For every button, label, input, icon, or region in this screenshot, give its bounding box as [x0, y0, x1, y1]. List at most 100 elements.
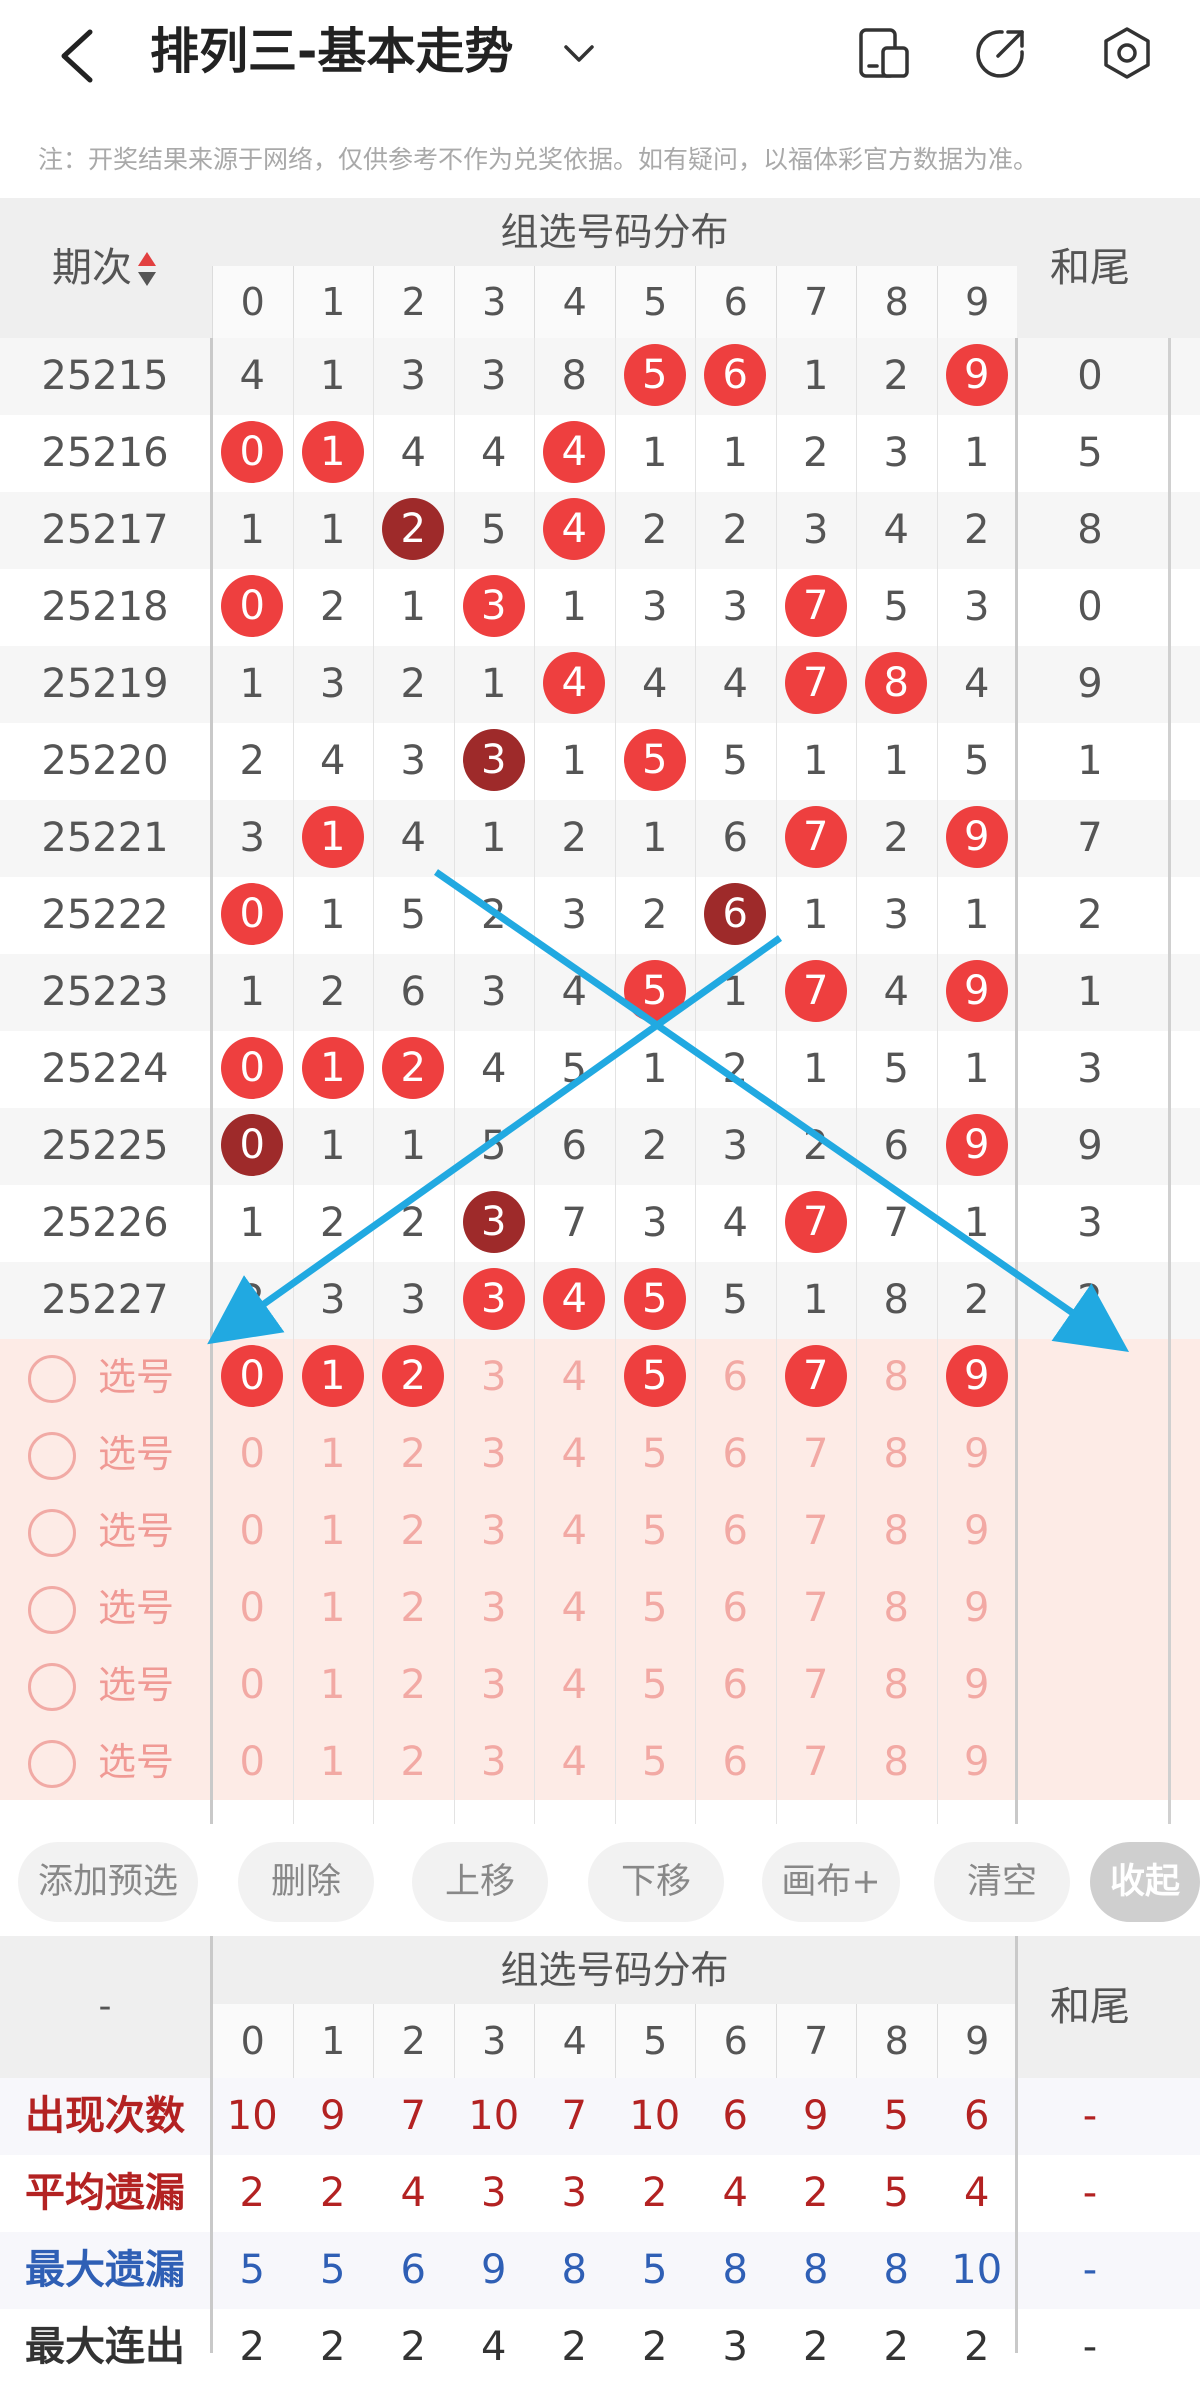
pick-digit[interactable]: 4 — [534, 1339, 615, 1416]
radio-circle-icon[interactable] — [28, 1740, 76, 1788]
pick-digit[interactable]: 4 — [534, 1416, 615, 1493]
pick-digit[interactable]: 1 — [293, 1647, 374, 1724]
pick-digit[interactable]: 0 — [212, 1724, 293, 1801]
pick-digit[interactable]: 8 — [856, 1339, 937, 1416]
radio-circle-icon[interactable] — [28, 1509, 76, 1557]
move-up-button[interactable]: 上移 — [412, 1842, 548, 1922]
pick-digit[interactable]: 2 — [373, 1493, 454, 1570]
collapse-button[interactable]: 收起 — [1090, 1842, 1200, 1922]
pick-label[interactable]: 选号 — [98, 1416, 174, 1493]
radio-circle-icon[interactable] — [28, 1432, 76, 1480]
pick-digit[interactable]: 6 — [695, 1647, 776, 1724]
pick-digit[interactable]: 8 — [856, 1724, 937, 1801]
pick-digit[interactable]: 3 — [454, 1416, 535, 1493]
selected-ball[interactable]: 7 — [784, 1345, 847, 1407]
pick-digit[interactable]: 7 — [776, 1416, 857, 1493]
pick-digit[interactable]: 8 — [856, 1570, 937, 1647]
pick-digit[interactable]: 5 — [615, 1416, 696, 1493]
pick-digit[interactable]: 5 — [615, 1493, 696, 1570]
share-icon[interactable] — [972, 24, 1030, 82]
scrollbar[interactable] — [1168, 338, 1171, 1824]
pick-digit[interactable]: 2 — [373, 1339, 454, 1416]
pick-row[interactable]: 选号 0 1 2 3 4 5 6 7 8 9 — [0, 1647, 1200, 1724]
pick-digit[interactable]: 9 — [937, 1339, 1018, 1416]
pick-digit[interactable]: 6 — [695, 1570, 776, 1647]
pick-digit[interactable]: 7 — [776, 1493, 857, 1570]
pick-digit[interactable]: 3 — [454, 1647, 535, 1724]
pick-digit[interactable]: 9 — [937, 1724, 1018, 1801]
device-switch-icon[interactable] — [855, 24, 913, 82]
pick-label[interactable]: 选号 — [98, 1724, 174, 1801]
radio-circle-icon[interactable] — [28, 1663, 76, 1711]
pick-digit[interactable]: 3 — [454, 1724, 535, 1801]
page-title[interactable]: 排列三-基本走势 — [150, 22, 513, 82]
canvas-add-button[interactable]: 画布+ — [762, 1842, 900, 1922]
sort-updown-icon[interactable] — [132, 245, 158, 291]
selected-ball[interactable]: 1 — [301, 1345, 364, 1407]
pick-digit[interactable]: 0 — [212, 1416, 293, 1493]
pick-digit[interactable]: 1 — [293, 1493, 374, 1570]
pick-digit[interactable]: 4 — [534, 1647, 615, 1724]
pick-digit[interactable]: 9 — [937, 1416, 1018, 1493]
settings-icon[interactable] — [1098, 24, 1156, 82]
pick-digit[interactable]: 3 — [454, 1570, 535, 1647]
pick-digit[interactable]: 3 — [454, 1493, 535, 1570]
pick-digit[interactable]: 0 — [212, 1339, 293, 1416]
pick-digit[interactable]: 8 — [856, 1493, 937, 1570]
pick-digit[interactable]: 6 — [695, 1339, 776, 1416]
selected-ball[interactable]: 2 — [382, 1345, 445, 1407]
pick-digit[interactable]: 0 — [212, 1647, 293, 1724]
pick-digit[interactable]: 9 — [937, 1493, 1018, 1570]
pick-digit[interactable]: 7 — [776, 1647, 857, 1724]
pick-label[interactable]: 选号 — [98, 1570, 174, 1647]
chevron-down-icon[interactable] — [562, 36, 596, 70]
pick-digit[interactable]: 2 — [373, 1724, 454, 1801]
pick-digit[interactable]: 6 — [695, 1493, 776, 1570]
pick-row[interactable]: 选号 0 1 2 3 4 5 6 7 8 9 — [0, 1416, 1200, 1493]
pick-digit[interactable]: 6 — [695, 1724, 776, 1801]
pick-digit[interactable]: 8 — [856, 1416, 937, 1493]
pick-digit[interactable]: 1 — [293, 1570, 374, 1647]
selected-ball[interactable]: 5 — [623, 1345, 686, 1407]
pick-digit[interactable]: 7 — [776, 1339, 857, 1416]
pick-digit[interactable]: 2 — [373, 1570, 454, 1647]
pick-row[interactable]: 选号 0 1 2 3 4 5 6 7 8 9 — [0, 1724, 1200, 1801]
pick-digit[interactable]: 2 — [373, 1416, 454, 1493]
pick-row[interactable]: 选号 0 1 2 3 4 5 6 7 8 9 — [0, 1493, 1200, 1570]
pick-digit[interactable]: 5 — [615, 1339, 696, 1416]
pick-digit[interactable]: 7 — [776, 1724, 857, 1801]
pick-digit[interactable]: 0 — [212, 1493, 293, 1570]
clear-button[interactable]: 清空 — [934, 1842, 1070, 1922]
add-preselect-button[interactable]: 添加预选 — [18, 1842, 198, 1922]
pick-digit[interactable]: 9 — [937, 1570, 1018, 1647]
pick-digit[interactable]: 4 — [534, 1493, 615, 1570]
move-down-button[interactable]: 下移 — [588, 1842, 724, 1922]
pick-digit[interactable]: 6 — [695, 1416, 776, 1493]
selected-ball[interactable]: 0 — [221, 1345, 284, 1407]
pick-label[interactable]: 选号 — [98, 1493, 174, 1570]
pick-digit[interactable]: 5 — [615, 1647, 696, 1724]
pick-label[interactable]: 选号 — [98, 1647, 174, 1724]
pick-digit[interactable]: 1 — [293, 1416, 374, 1493]
pick-digit[interactable]: 5 — [615, 1570, 696, 1647]
pick-row[interactable]: 选号 0 1 2 3 4 5 6 7 8 9 — [0, 1339, 1200, 1416]
pick-digit[interactable]: 1 — [293, 1724, 374, 1801]
pick-row[interactable]: 选号 0 1 2 3 4 5 6 7 8 9 — [0, 1570, 1200, 1647]
pick-digit[interactable]: 7 — [776, 1570, 857, 1647]
pick-digit[interactable]: 4 — [534, 1570, 615, 1647]
delete-button[interactable]: 删除 — [238, 1842, 374, 1922]
pick-digit[interactable]: 8 — [856, 1647, 937, 1724]
pick-label[interactable]: 选号 — [98, 1339, 174, 1416]
pick-digit[interactable]: 2 — [373, 1647, 454, 1724]
radio-circle-icon[interactable] — [28, 1586, 76, 1634]
back-chevron-icon[interactable] — [52, 26, 102, 86]
pick-digit[interactable]: 4 — [534, 1724, 615, 1801]
pick-digit[interactable]: 0 — [212, 1570, 293, 1647]
radio-circle-icon[interactable] — [28, 1355, 76, 1403]
selected-ball[interactable]: 9 — [945, 1345, 1008, 1407]
period-header[interactable]: 期次 — [0, 198, 210, 338]
pick-digit[interactable]: 9 — [937, 1647, 1018, 1724]
pick-digit[interactable]: 3 — [454, 1339, 535, 1416]
pick-digit[interactable]: 1 — [293, 1339, 374, 1416]
pick-digit[interactable]: 5 — [615, 1724, 696, 1801]
